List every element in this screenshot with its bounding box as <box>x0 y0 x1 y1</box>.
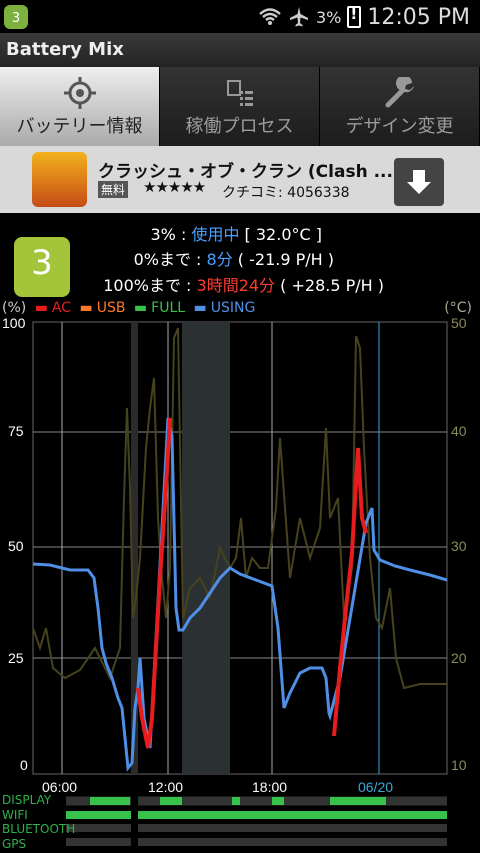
clock: 12:05 PM <box>367 4 470 30</box>
wifi-icon <box>259 8 281 25</box>
time-to-empty-line: 0%まで : 8分 ( -21.9 P/H ) <box>133 250 334 269</box>
display-activity <box>272 797 284 805</box>
y2-tick-label: 20 <box>451 650 467 666</box>
y-tick-label: 75 <box>8 423 24 439</box>
y2-tick-label: 30 <box>451 538 467 554</box>
tab-bar: バッテリー情報 稼働プロセス デザイン変更 <box>0 67 480 146</box>
status-bar: 3 3% 12:05 PM <box>0 0 480 33</box>
temp-unit-label: (°C) <box>444 300 472 316</box>
y-tick-label: 100 <box>2 318 26 331</box>
battery-info-panel: 3 3% : 使用中 [ 32.0°C ] 0%まで : 8分 ( -21.9 … <box>0 213 480 308</box>
display-activity <box>160 797 182 805</box>
ad-app-icon <box>32 152 87 207</box>
process-list-icon <box>226 80 253 106</box>
battery-level-icon: 3 <box>14 237 70 297</box>
battery-chart: 100 75 50 25 0 50 40 30 20 10 06:00 12:0… <box>2 318 467 849</box>
target-icon <box>63 77 96 109</box>
tab-design[interactable]: デザイン変更 <box>320 67 480 146</box>
download-icon <box>407 170 431 194</box>
x-tick-label: 12:00 <box>148 779 183 795</box>
wifi-row-label: WIFI <box>2 808 28 822</box>
y2-tick-label: 40 <box>451 423 467 439</box>
bluetooth-row-label: BLUETOOTH <box>2 822 76 836</box>
display-activity <box>232 797 240 805</box>
wrench-icon <box>385 77 414 108</box>
y-tick-label: 0 <box>20 757 28 773</box>
y2-tick-label: 10 <box>451 757 467 773</box>
app-title: Battery Mix <box>6 39 124 60</box>
activity-rows <box>66 794 447 849</box>
ad-free-badge: 無料 <box>98 181 129 198</box>
app-notification-icon: 3 <box>4 5 28 29</box>
status-line: 3% : 使用中 [ 32.0°C ] <box>150 225 322 244</box>
battery-low-icon <box>347 5 362 28</box>
display-row-label: DISPLAY <box>2 793 52 807</box>
display-activity <box>330 797 386 805</box>
ad-download-button[interactable] <box>394 158 444 206</box>
ad-banner[interactable]: クラッシュ・オブ・クラン (Clash ... 無料 ★★★★★ クチコミ: 4… <box>0 146 480 213</box>
chart-legend: (%) ▬ AC ▬ USB ▬ FULL ▬ USING <box>2 300 256 316</box>
display-activity <box>90 797 130 805</box>
tab-running-processes[interactable]: 稼働プロセス <box>160 67 320 146</box>
airplane-mode-icon <box>289 7 308 27</box>
ad-rating-stars: ★★★★★ <box>143 178 206 196</box>
battery-percent: 3% <box>315 7 342 27</box>
screen-off-band <box>182 322 230 774</box>
gps-row-label: GPS <box>2 837 27 851</box>
x-tick-label: 06/20 <box>358 779 393 795</box>
time-to-full-line: 100%まで : 3時間24分 ( +28.5 P/H ) <box>103 276 384 295</box>
y-tick-label: 50 <box>8 538 24 554</box>
ad-reviews: クチコミ: 4056338 <box>222 185 350 201</box>
tab-battery-info[interactable]: バッテリー情報 <box>0 67 160 146</box>
y-tick-label: 25 <box>8 650 24 666</box>
app-title-bar: Battery Mix <box>0 33 480 68</box>
x-tick-label: 18:00 <box>252 779 287 795</box>
y2-tick-label: 50 <box>451 318 467 331</box>
